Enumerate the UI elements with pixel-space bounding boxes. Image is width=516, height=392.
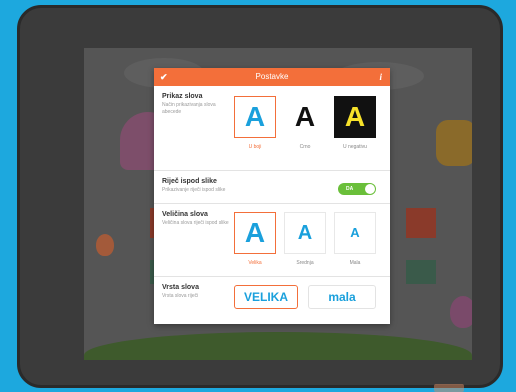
option-label: U negativu: [343, 144, 367, 150]
size-small-option[interactable]: A: [334, 212, 376, 254]
info-icon[interactable]: i: [379, 68, 382, 86]
word-below-toggle[interactable]: DA: [338, 183, 376, 195]
toggle-label: DA: [346, 186, 354, 192]
letter-case-section: Vrsta slova Vrsta slova riječi VELIKA ma…: [154, 277, 390, 325]
toggle-knob: [365, 184, 375, 194]
letter-display-section: Prikaz slova Način prikazivanja slova ab…: [154, 86, 390, 171]
option-label: Srednja: [296, 260, 314, 266]
size-large-option[interactable]: A: [234, 212, 276, 254]
option-label: Crno: [299, 144, 311, 150]
section-description: Vrsta slova riječi: [162, 293, 199, 299]
section-title: Veličina slova: [162, 211, 208, 218]
section-description: Način prikazivanja slova abecede: [162, 102, 216, 115]
background-title-art: [436, 120, 472, 166]
size-medium-option[interactable]: A: [284, 212, 326, 254]
word-below-section: Riječ ispod slike Prikazivanje riječi is…: [154, 171, 390, 204]
option-label: Velika: [248, 260, 262, 266]
display-negative-option[interactable]: A: [334, 96, 376, 138]
lowercase-button[interactable]: mala: [308, 285, 376, 309]
section-title: Vrsta slova: [162, 284, 199, 291]
settings-dialog: ✔ Postavke i Prikaz slova Način prikaziv…: [154, 68, 390, 324]
balloon-icon: [96, 234, 114, 256]
background-menu-button: [406, 260, 436, 284]
option-label: Mala: [349, 260, 361, 266]
display-color-option[interactable]: A: [234, 96, 276, 138]
section-title: Prikaz slova: [162, 93, 203, 100]
dialog-title: Postavke: [255, 72, 289, 81]
home-indicator: [434, 384, 464, 392]
section-description: Prikazivanje riječi ispod slike: [162, 187, 226, 193]
letter-size-section: Veličina slova Veličina slova riječi isp…: [154, 204, 390, 277]
uppercase-button[interactable]: VELIKA: [234, 285, 298, 309]
dialog-header: ✔ Postavke i: [154, 68, 390, 86]
check-icon[interactable]: ✔: [160, 68, 168, 86]
balloon-icon: [450, 296, 472, 328]
display-black-option[interactable]: A: [284, 96, 326, 138]
option-label: U boji: [248, 144, 262, 150]
section-description: Veličina slova riječi ispod slike: [162, 220, 229, 226]
section-title: Riječ ispod slike: [162, 178, 217, 185]
background-menu-button: [406, 208, 436, 238]
